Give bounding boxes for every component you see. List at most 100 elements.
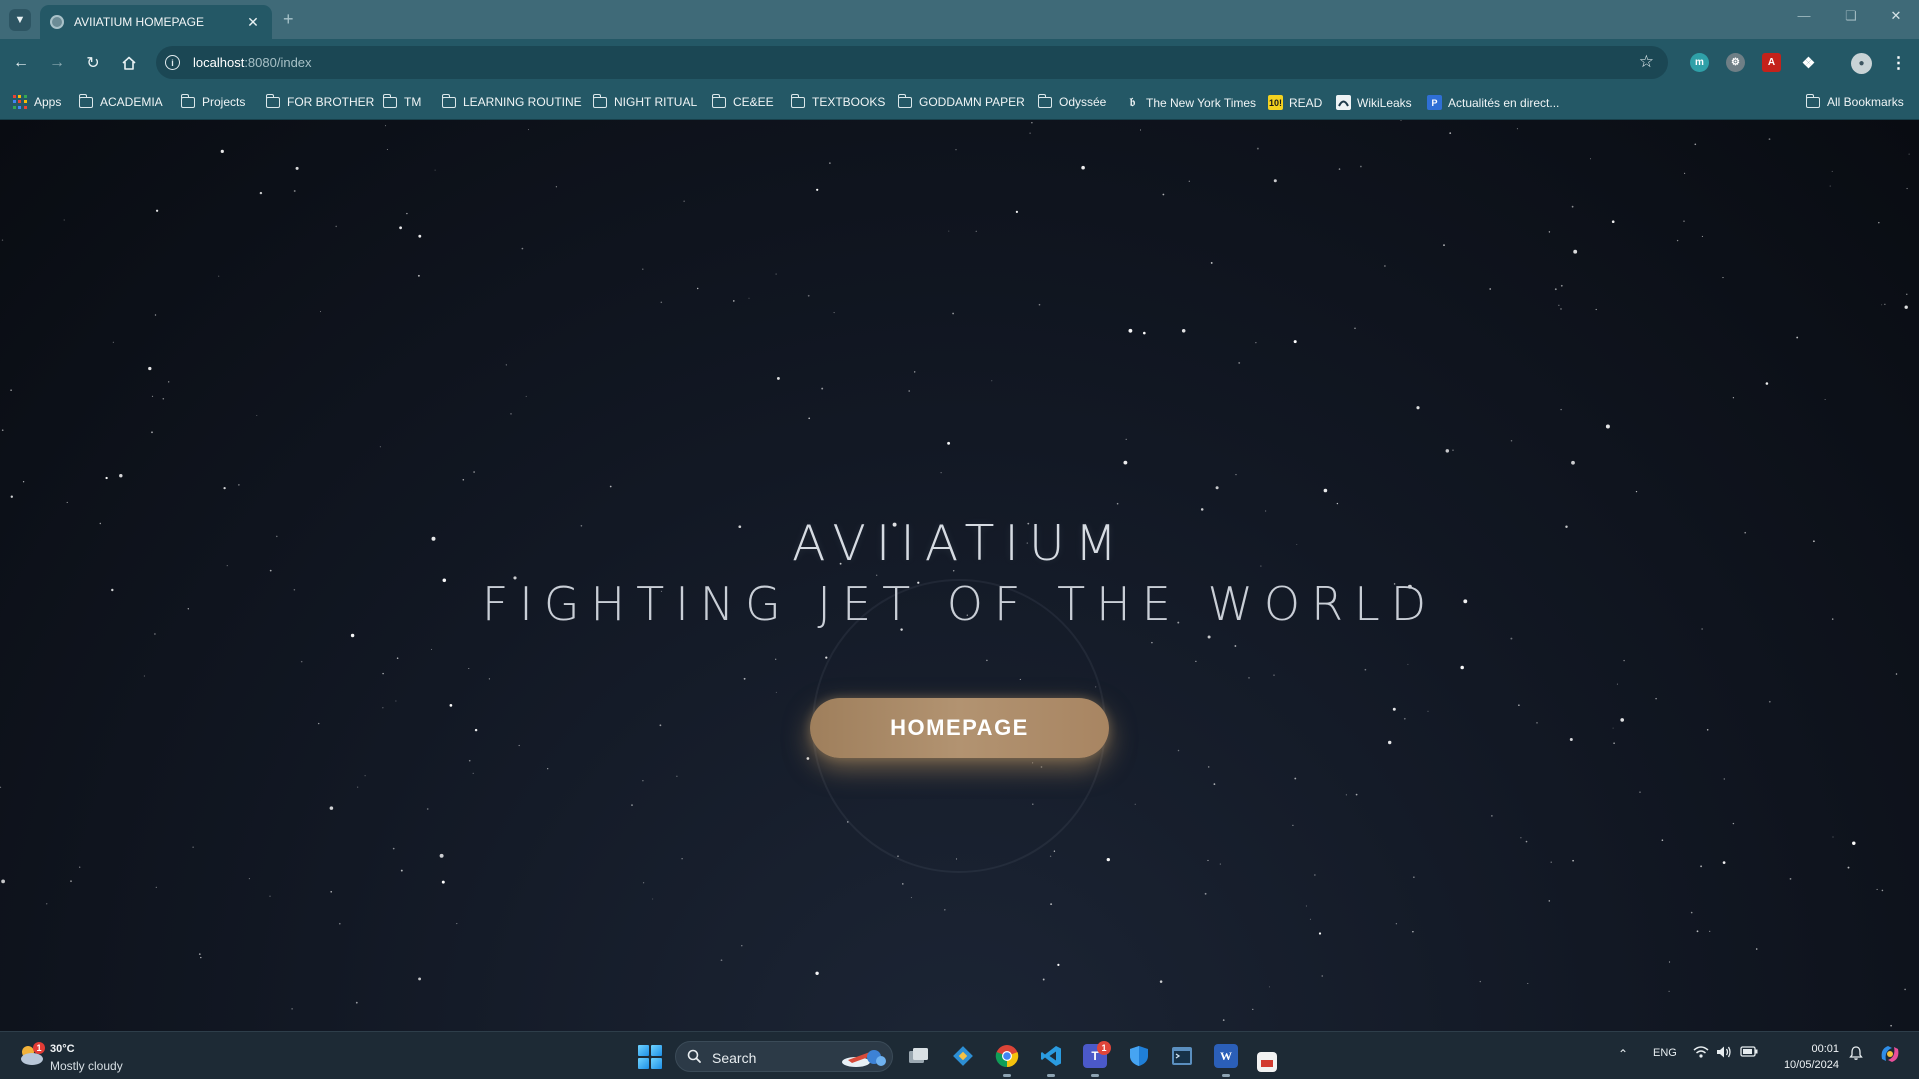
bookmark-folder-tm[interactable]: TM <box>382 93 421 109</box>
star <box>1252 1008 1254 1011</box>
back-arrow-icon[interactable]: ← <box>9 51 33 75</box>
star <box>521 247 524 250</box>
vscode-running-indicator <box>1047 1074 1055 1077</box>
bookmark-folder-goddamn-paper[interactable]: GODDAMN PAPER <box>897 93 1025 109</box>
url-text[interactable]: localhost:8080/index <box>193 55 312 70</box>
weather-cloud-icon[interactable]: 1 <box>17 1042 47 1068</box>
taskbar-search-box[interactable]: Search <box>675 1041 893 1072</box>
star <box>642 780 644 782</box>
star <box>1824 398 1826 400</box>
bookmark-folder-for-brother[interactable]: FOR BROTHER <box>265 93 374 109</box>
star <box>473 471 475 473</box>
bookmark-folder-night-ritual[interactable]: NIGHT RITUAL <box>592 93 697 109</box>
notification-bell-icon[interactable] <box>1848 1045 1864 1064</box>
weather-temperature[interactable]: 30°C <box>50 1043 75 1055</box>
star <box>944 909 946 911</box>
extension-m-icon[interactable]: m <box>1690 53 1709 72</box>
star <box>1550 861 1552 863</box>
star <box>1364 668 1367 671</box>
star <box>1852 841 1856 846</box>
terminal-app-icon[interactable] <box>1170 1044 1194 1068</box>
star <box>955 149 957 151</box>
browser-menu-icon[interactable]: ⋮ <box>1889 53 1908 72</box>
bookmark-folder-academia[interactable]: ACADEMIA <box>78 93 163 109</box>
new-tab-button[interactable]: + <box>283 9 294 30</box>
security-shield-icon[interactable] <box>1127 1044 1151 1068</box>
reload-icon[interactable]: ↻ <box>81 51 105 75</box>
bookmark-wikileaks[interactable]: WikiLeaks <box>1336 95 1412 110</box>
star <box>748 297 750 299</box>
restore-button[interactable]: ❏ <box>1831 8 1871 24</box>
chrome-browser-icon[interactable] <box>995 1044 1019 1068</box>
star <box>1527 983 1529 984</box>
star <box>1560 408 1562 411</box>
site-info-icon[interactable]: i <box>165 55 180 70</box>
nyt-favicon-icon: 𝔟 <box>1129 95 1136 109</box>
battery-icon[interactable] <box>1740 1046 1758 1060</box>
git-app-icon[interactable] <box>951 1044 975 1068</box>
profile-avatar[interactable]: ● <box>1851 53 1872 74</box>
star <box>1709 930 1711 933</box>
bookmark-folder-textbooks[interactable]: TEXTBOOKS <box>790 93 885 109</box>
folder-icon <box>711 93 726 108</box>
taskbar-clock-date[interactable]: 10/05/2024 <box>1773 1059 1839 1071</box>
bookmark-read[interactable]: 10! READ <box>1268 95 1322 110</box>
star <box>775 691 777 693</box>
forward-arrow-icon[interactable]: → <box>45 51 69 75</box>
star <box>66 501 68 503</box>
tab-close-icon[interactable]: ✕ <box>244 14 262 31</box>
taskbar-clock-time[interactable]: 00:01 <box>1791 1043 1839 1055</box>
star <box>1548 231 1551 233</box>
star <box>1635 490 1638 493</box>
bookmark-folder-projects[interactable]: Projects <box>180 93 245 109</box>
minimize-button[interactable]: — <box>1784 8 1824 23</box>
windows-start-icon[interactable] <box>638 1045 662 1069</box>
input-language-indicator[interactable]: ENG <box>1653 1047 1677 1059</box>
vscode-icon[interactable] <box>1039 1044 1063 1068</box>
home-icon[interactable] <box>117 51 141 75</box>
task-view-icon[interactable] <box>907 1044 931 1068</box>
bookmark-star-icon[interactable]: ☆ <box>1639 52 1654 72</box>
pdf-document-icon[interactable] <box>1257 1052 1277 1072</box>
star <box>683 200 685 202</box>
star <box>910 897 912 899</box>
folder-icon <box>265 93 280 108</box>
tab-search-button[interactable]: ▼ <box>9 9 31 31</box>
bookmark-apps[interactable]: Apps <box>13 95 61 109</box>
bookmark-folder-odyssee[interactable]: Odyssée <box>1037 93 1106 109</box>
star <box>1213 783 1216 785</box>
extension-gray-icon[interactable]: ⚙ <box>1726 53 1745 72</box>
bookmark-nyt[interactable]: 𝔟 The New York Times <box>1125 95 1256 110</box>
wifi-icon[interactable] <box>1693 1045 1709 1062</box>
star <box>1723 778 1726 780</box>
show-hidden-icons-chevron[interactable]: ⌃ <box>1618 1047 1628 1061</box>
address-bar[interactable]: i localhost:8080/index ☆ <box>156 46 1668 79</box>
close-window-button[interactable]: ✕ <box>1876 8 1916 24</box>
star <box>1612 727 1614 729</box>
star <box>256 415 258 417</box>
star <box>357 786 359 788</box>
bookmark-actualites[interactable]: P Actualités en direct... <box>1427 95 1559 110</box>
star <box>1159 980 1163 983</box>
tab-active[interactable]: AVIIATIUM HOMEPAGE ✕ <box>40 5 272 39</box>
star <box>1413 876 1415 878</box>
star <box>1684 172 1686 174</box>
star <box>441 880 445 884</box>
star <box>1706 729 1709 731</box>
bookmark-folder-ceee[interactable]: CE&EE <box>711 93 774 109</box>
weather-description[interactable]: Mostly cloudy <box>50 1059 123 1073</box>
extensions-puzzle-icon[interactable]: ❖ <box>1799 53 1818 72</box>
homepage-button[interactable]: HOMEPAGE <box>810 698 1109 758</box>
chrome-running-indicator <box>1003 1074 1011 1077</box>
star <box>218 275 220 277</box>
star <box>1248 677 1250 679</box>
volume-icon[interactable] <box>1716 1045 1732 1062</box>
all-bookmarks-button[interactable]: All Bookmarks <box>1805 93 1904 109</box>
folder-icon <box>180 93 195 108</box>
pdf-extension-icon[interactable]: A <box>1762 53 1781 72</box>
bookmark-folder-learning-routine[interactable]: LEARNING ROUTINE <box>441 93 582 109</box>
word-app-icon[interactable]: W <box>1214 1044 1238 1068</box>
star <box>456 923 458 925</box>
star <box>1676 239 1679 242</box>
copilot-icon[interactable] <box>1878 1043 1902 1068</box>
